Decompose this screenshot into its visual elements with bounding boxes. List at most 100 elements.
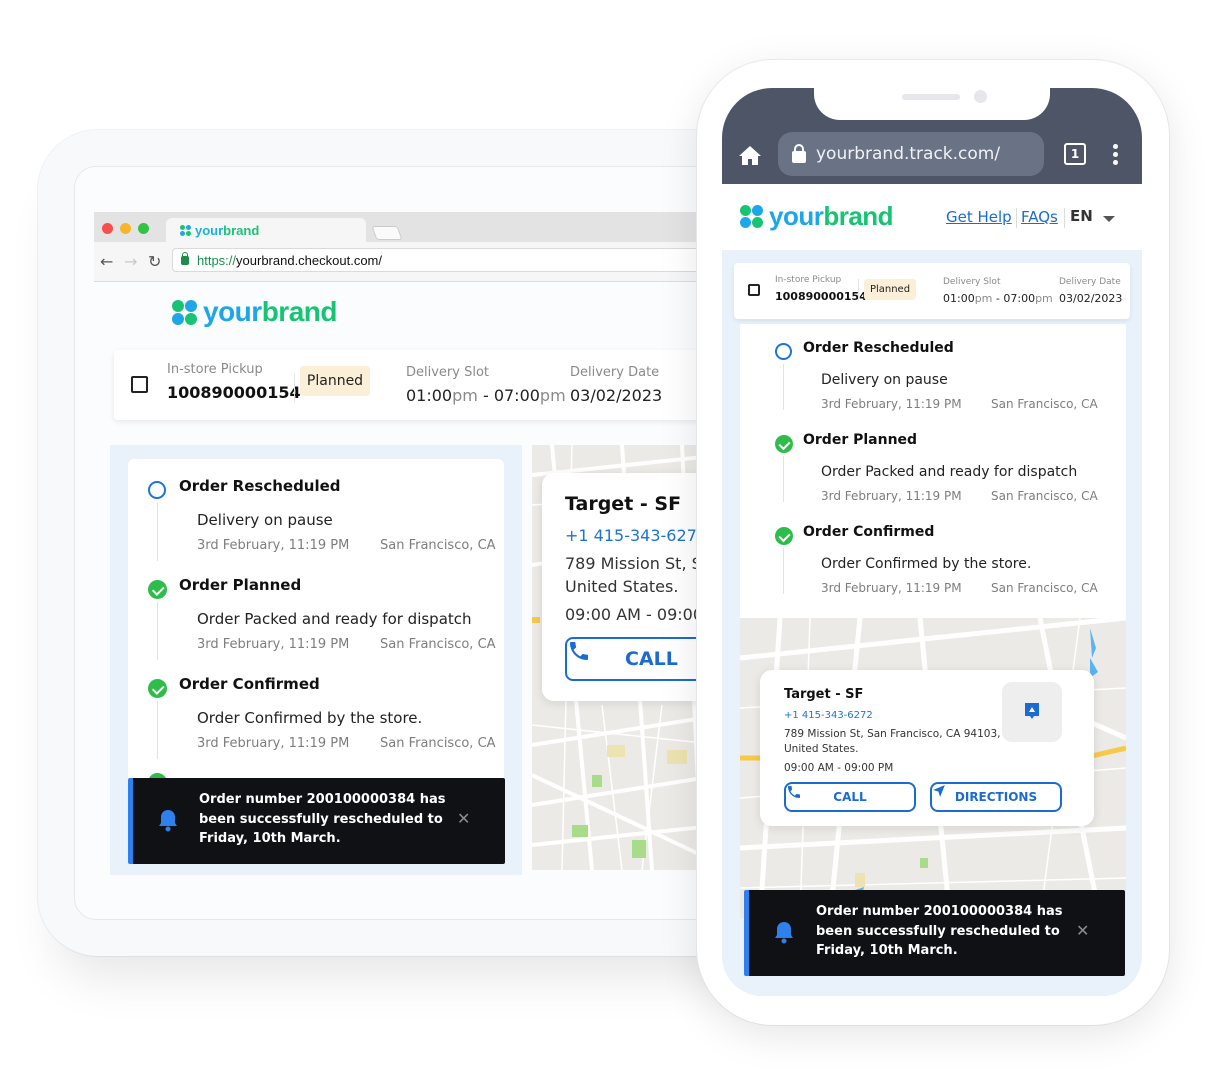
timeline-title: Order Planned — [179, 576, 302, 594]
chevron-down-icon[interactable] — [1103, 216, 1115, 222]
order-summary-card: In-store Pickup 100890000154 Planned Del… — [114, 350, 714, 420]
map-pin-icon — [1025, 703, 1039, 719]
slot-end-suffix: pm — [539, 386, 566, 405]
timeline-location: San Francisco, CA — [380, 637, 496, 652]
timeline-item: Order Rescheduled Delivery on pause 3rd … — [740, 340, 1126, 430]
url-scheme: https:// — [197, 252, 237, 268]
timeline-location: San Francisco, CA — [991, 489, 1098, 503]
order-number: 100890000154 — [167, 383, 301, 402]
language-selector[interactable]: EN — [1070, 207, 1093, 225]
store-map[interactable]: Target - SF +1 415-343-6272 789 Mission … — [532, 445, 714, 870]
timeline-description: Delivery on pause — [821, 372, 948, 388]
timeline-title: Order Confirmed — [803, 524, 935, 540]
phone-screen: yourbrand.track.com/ 1 your brand Get Hel… — [722, 88, 1142, 996]
store-address-line2: United States. — [565, 577, 679, 596]
status-badge: Planned — [300, 366, 370, 396]
timeline-description: Delivery on pause — [197, 511, 333, 529]
timeline-description: Order Packed and ready for dispatch — [821, 464, 1078, 480]
toast-close-button[interactable]: ✕ — [1076, 921, 1089, 940]
call-button[interactable]: CALL — [565, 637, 714, 681]
toast-line: Friday, 10th March. — [816, 943, 958, 958]
timeline-description: Order Confirmed by the store. — [197, 709, 423, 727]
window-minimize-button[interactable] — [120, 223, 131, 234]
store-map-thumbnail[interactable] — [1002, 682, 1062, 742]
logo-text-part2: brand — [261, 296, 338, 327]
timeline-connector — [157, 602, 158, 660]
timeline-connector — [783, 548, 784, 594]
get-help-link[interactable]: Get Help — [946, 208, 1012, 226]
store-map[interactable]: Target - SF +1 415-343-6272 789 Mission … — [740, 618, 1126, 918]
delivery-date-value: 03/02/2023 — [1059, 292, 1123, 305]
toast-line: Order number 200100000384 has — [816, 904, 1063, 919]
timeline-panel: Order Rescheduled Delivery on pause 3rd … — [110, 445, 522, 875]
store-address-line1: 789 Mission St, Sa — [565, 554, 712, 573]
timeline-time: 3rd February, 11:19 PM — [821, 397, 962, 411]
call-button[interactable]: CALL — [784, 782, 916, 812]
brand-logo[interactable]: your brand — [172, 296, 337, 328]
delivery-date-label: Delivery Date — [570, 365, 660, 380]
timeline-connector — [157, 701, 158, 759]
mobile-site-header: your brand Get Help FAQs EN — [722, 184, 1142, 250]
timeline-time: 3rd February, 11:19 PM — [197, 538, 350, 553]
toast-line: Order number 200100000384 has — [199, 792, 446, 807]
timeline-item: Order Planned Order Packed and ready for… — [740, 432, 1126, 522]
timeline-time: 3rd February, 11:19 PM — [197, 736, 350, 751]
delivery-slot-value: 01:00pm - 07:00pm — [406, 386, 566, 405]
check-circle-icon — [148, 679, 167, 698]
slot-start: 01:00 — [406, 386, 453, 405]
window-maximize-button[interactable] — [138, 223, 149, 234]
window-close-button[interactable] — [102, 223, 113, 234]
divider — [858, 279, 859, 301]
toast-close-button[interactable]: ✕ — [457, 809, 470, 828]
toast-line: been successfully rescheduled to — [816, 923, 1060, 939]
new-tab-button[interactable] — [371, 226, 403, 240]
reschedule-toast: Order number 200100000384 has been succe… — [744, 890, 1125, 976]
timeline-time: 3rd February, 11:19 PM — [197, 637, 350, 652]
directions-button-label: DIRECTIONS — [954, 790, 1038, 804]
delivery-date-value: 03/02/2023 — [570, 386, 663, 405]
toast-message: Order number 200100000384 has been succe… — [199, 790, 445, 849]
logo-text-part2: brand — [823, 201, 894, 231]
order-type-label: In-store Pickup — [775, 275, 842, 285]
timeline-location: San Francisco, CA — [380, 736, 496, 751]
timeline-card: Order Rescheduled Delivery on pause 3rd … — [740, 324, 1126, 624]
timeline-title: Order Rescheduled — [179, 477, 341, 495]
timeline-item: Order Confirmed Order Confirmed by the s… — [128, 675, 504, 775]
store-phone-link[interactable]: +1 415-343-6272 — [565, 526, 707, 545]
kebab-menu-icon[interactable] — [1113, 144, 1119, 168]
timeline-connector — [157, 503, 158, 561]
logo-text-part1: your — [769, 201, 824, 231]
order-select-checkbox[interactable] — [131, 376, 148, 393]
directions-button[interactable]: DIRECTIONS — [930, 782, 1062, 812]
brand-logo[interactable]: your brand — [740, 201, 894, 232]
browser-tab-yourbrand[interactable]: your brand — [166, 218, 366, 242]
timeline-title: Order Planned — [803, 432, 918, 448]
slot-end: 07:00 — [493, 386, 540, 405]
order-summary-card: In-store Pickup 100890000154 Planned Del… — [734, 263, 1130, 319]
order-select-checkbox[interactable] — [748, 284, 760, 296]
browser-nav-bar: ← → ↻ https://yourbrand.checkout.com/ — [94, 242, 714, 282]
phone-camera — [974, 90, 987, 103]
timeline-connector — [783, 364, 784, 410]
check-circle-icon — [775, 527, 793, 545]
address-bar[interactable]: https://yourbrand.checkout.com/ — [172, 248, 714, 272]
reload-icon[interactable]: ↻ — [148, 252, 161, 271]
store-address-line2: United States. — [784, 743, 859, 755]
slot-start-suffix: pm — [452, 386, 478, 405]
lock-icon — [792, 143, 806, 163]
store-name: Target - SF — [565, 493, 682, 515]
tab-count-button[interactable]: 1 — [1064, 143, 1086, 165]
back-arrow-icon[interactable]: ← — [100, 252, 113, 271]
forward-arrow-icon[interactable]: → — [124, 252, 137, 271]
divider — [294, 374, 295, 402]
slot-start: 01:00 — [943, 292, 975, 305]
home-icon[interactable] — [738, 144, 762, 166]
timeline-location: San Francisco, CA — [380, 538, 496, 553]
store-address-line1: 789 Mission St, San Francisco, CA 94103, — [784, 728, 1001, 740]
store-phone-link[interactable]: +1 415-343-6272 — [784, 710, 873, 721]
status-badge: Planned — [864, 279, 916, 300]
faqs-link[interactable]: FAQs — [1021, 208, 1058, 226]
slot-start-suffix: pm — [974, 292, 993, 305]
store-name: Target - SF — [784, 687, 864, 702]
mobile-address-bar[interactable]: yourbrand.track.com/ — [778, 132, 1044, 176]
